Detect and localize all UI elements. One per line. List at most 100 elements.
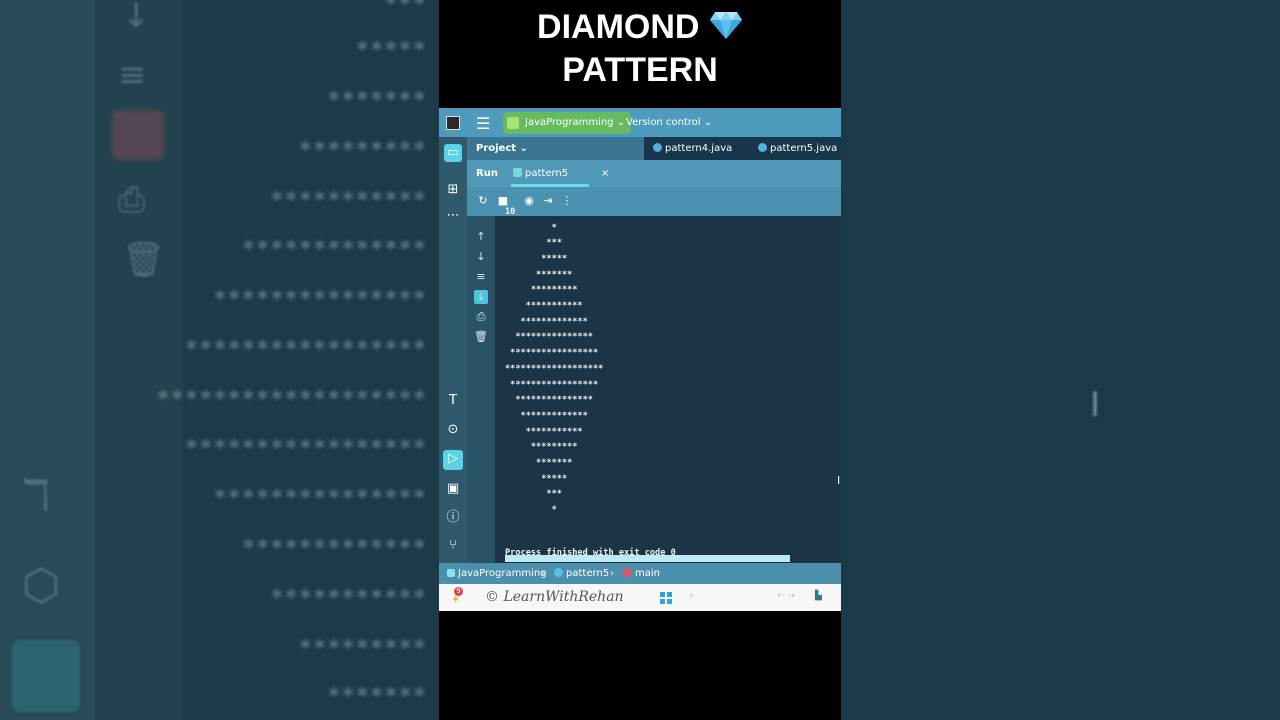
console-line: *********** — [525, 301, 583, 312]
windows-start-icon[interactable] — [660, 592, 672, 604]
blurred-stars: ************* — [241, 237, 427, 262]
tool-window-bar: ▭ ⊞ ⋯ T ⊙ ▷ ▣ ⓘ ⑂ — [439, 137, 468, 563]
more-icon[interactable]: ⋯ — [444, 207, 462, 225]
search-icon[interactable]: ⌕ — [689, 591, 694, 601]
project-label: Project — [476, 143, 517, 154]
java-file-icon — [758, 143, 767, 152]
version-control-label: Version control — [626, 117, 701, 128]
arrow-down-icon[interactable]: ↓ — [474, 250, 488, 264]
project-name: JavaProgramming — [525, 117, 614, 128]
text-cursor-icon: I — [1090, 385, 1101, 425]
git-icon[interactable]: ⑂ — [444, 537, 462, 555]
project-icon — [507, 117, 519, 129]
breadcrumb-project[interactable]: JavaProgramming — [447, 563, 547, 584]
blurred-stars: ********* — [298, 138, 427, 163]
scroll-to-end-icon[interactable]: ⤓ — [474, 290, 488, 304]
blurred-stars: *** — [384, 0, 427, 17]
console-first-line: 10 — [505, 207, 516, 217]
blurred-highlight — [112, 110, 164, 160]
version-control-menu[interactable]: Version control ⌄ — [626, 112, 712, 134]
debug-icon: ⬡ — [22, 560, 61, 611]
run-tab-pattern5[interactable]: pattern5 — [513, 160, 568, 187]
more-options-icon[interactable]: ⋮ — [560, 194, 574, 208]
blurred-stars: ***************** — [184, 337, 427, 362]
console-line: ******************* — [505, 363, 604, 374]
ide-logo-icon — [446, 116, 460, 130]
breadcrumb-method[interactable]: main — [623, 563, 660, 584]
problems-icon[interactable]: ⓘ — [444, 509, 462, 527]
breadcrumb-separator: › — [541, 568, 545, 579]
run-panel-header: Run pattern5 × — [467, 160, 841, 187]
tab-label: pattern4.java — [665, 143, 733, 154]
wrap-icon: ≡ — [118, 55, 147, 95]
console-output[interactable]: 10 * *** ***** ******* ********* *******… — [495, 207, 841, 563]
blurred-stars: ******* — [327, 88, 427, 113]
taskbar: ✦ 9 © LearnWithRehan ⌕ ⇠ ⇢ ▙ — [439, 584, 841, 611]
editor-tabs: pattern4.java pattern5.java — [644, 137, 841, 160]
build-icon[interactable]: T — [444, 392, 462, 410]
tab-pattern5[interactable]: pattern5.java — [758, 137, 837, 160]
breadcrumb: JavaProgramming › pattern5 › main — [439, 563, 841, 584]
close-icon[interactable]: × — [601, 160, 609, 187]
trash-icon: 🗑 — [122, 240, 166, 280]
blurred-stars: *********** — [270, 586, 427, 611]
video-title: DIAMOND PATTERN — [439, 6, 841, 92]
exit-icon[interactable]: ⇥ — [541, 194, 555, 208]
console-line: *** — [546, 238, 562, 249]
run-panel-title: Run — [476, 168, 498, 179]
camera-icon[interactable]: ◉ — [522, 194, 536, 208]
diamond-icon — [709, 12, 742, 39]
folder-icon[interactable]: ▭ — [444, 144, 462, 162]
title-line-1: DIAMOND — [537, 8, 700, 46]
blurred-stars: ********* — [298, 636, 427, 661]
print-icon: ⎙ — [118, 180, 146, 220]
rerun-icon[interactable]: ↻ — [476, 194, 490, 208]
ide-window: ☰ JavaProgramming ⌄ Version control ⌄ ▭ … — [439, 108, 841, 611]
console-line: *************** — [515, 395, 593, 406]
java-file-icon — [653, 143, 662, 152]
diamond-output: * *** ***** ******* ********* **********… — [505, 221, 603, 519]
show-desktop-icon[interactable]: ▙ — [815, 591, 822, 601]
console-line: ********* — [530, 285, 578, 296]
panel-header: Project ⌄ pattern4.java pattern5.java — [467, 137, 841, 160]
blurred-stars: *********** — [270, 188, 427, 213]
project-panel-title[interactable]: Project ⌄ — [476, 137, 528, 160]
arrow-up-icon[interactable]: ↑ — [474, 230, 488, 244]
breadcrumb-label: main — [635, 568, 660, 579]
console-line: ***** — [541, 473, 568, 484]
project-selector[interactable]: JavaProgramming ⌄ — [503, 112, 632, 134]
console-line: ***************** — [510, 348, 599, 359]
chevron-down-icon: ⌄ — [703, 117, 713, 128]
main-toolbar: ☰ JavaProgramming ⌄ Version control ⌄ — [439, 108, 841, 137]
hammer-icon: ℸ — [22, 470, 51, 521]
console-line: * — [551, 222, 557, 233]
structure-icon[interactable]: ⊞ — [444, 181, 462, 199]
run-icon[interactable]: ▷ — [443, 450, 463, 470]
print-icon[interactable]: ⎙ — [474, 310, 488, 324]
console-line: ************* — [520, 316, 588, 327]
debug-icon[interactable]: ⊙ — [444, 421, 462, 439]
run-toolbar: ↻ ■ ◉ ⇥ ⋮ — [467, 187, 841, 217]
console-line: *** — [546, 489, 562, 500]
console-line: ******* — [536, 458, 573, 469]
tab-pattern4[interactable]: pattern4.java — [653, 137, 732, 160]
blurred-stars: ***** — [355, 38, 427, 63]
java-file-icon — [554, 568, 563, 577]
blurred-stars: *************** — [213, 287, 427, 312]
console-line: ***** — [541, 253, 568, 264]
console-scrollbar[interactable] — [505, 555, 790, 562]
chevron-down-icon: ⌄ — [519, 143, 528, 154]
breadcrumb-file[interactable]: pattern5 — [554, 563, 609, 584]
run-icon-blurred — [12, 640, 80, 712]
tray-icon[interactable]: ⇠ ⇢ — [777, 591, 795, 601]
soft-wrap-icon[interactable]: ≡ — [474, 270, 488, 284]
console-line: *********** — [525, 426, 583, 437]
console-line: ******* — [536, 269, 573, 280]
trash-icon[interactable]: 🗑 — [474, 330, 488, 344]
console-line: * — [505, 505, 557, 516]
watermark: © LearnWithRehan — [485, 589, 624, 605]
blurred-stars: ************* — [241, 536, 427, 561]
terminal-icon[interactable]: ▣ — [444, 480, 462, 498]
blurred-stars: ******************* — [156, 387, 427, 412]
hamburger-menu-icon[interactable]: ☰ — [476, 114, 490, 133]
